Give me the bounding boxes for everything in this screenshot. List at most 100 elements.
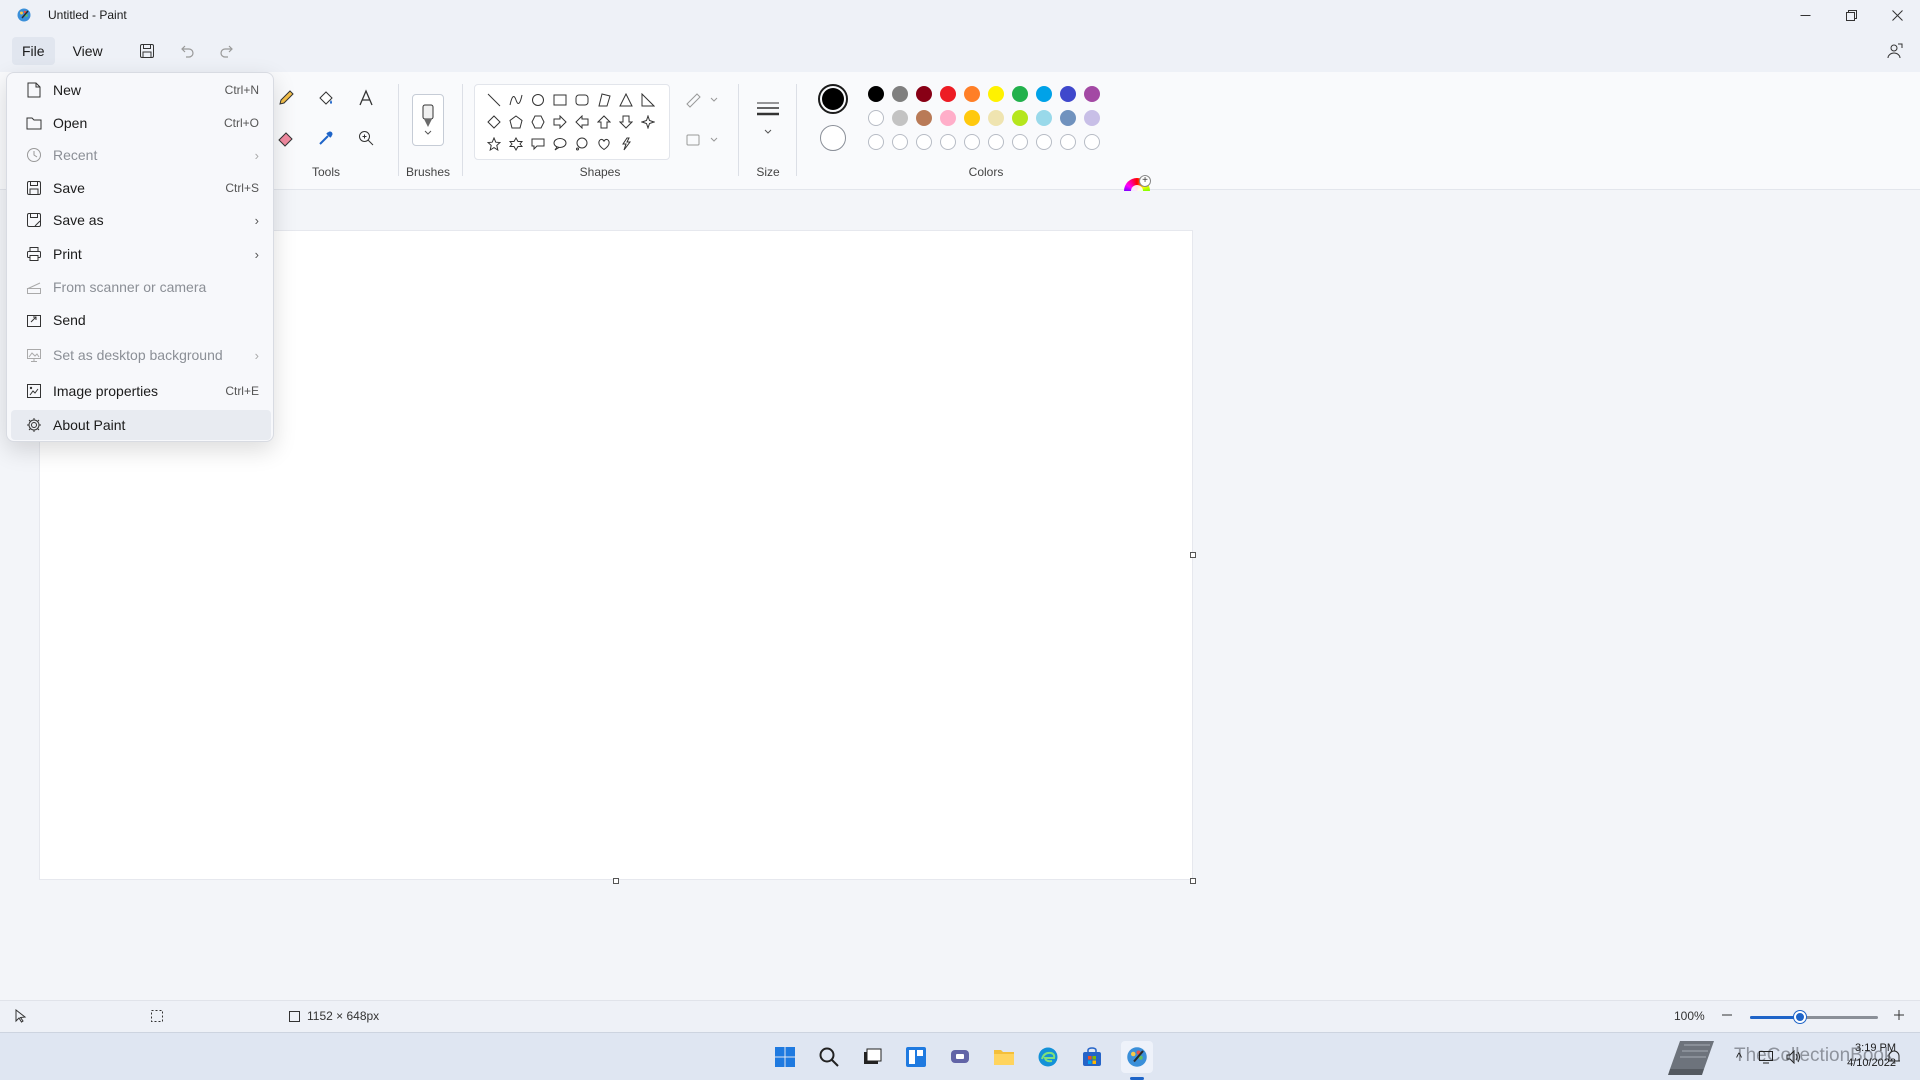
undo-button[interactable] xyxy=(171,35,203,67)
shape-star-six[interactable] xyxy=(507,135,525,153)
shape-triangle[interactable] xyxy=(617,91,635,109)
restore-button[interactable] xyxy=(1828,0,1874,30)
menu-item-desktop-background[interactable]: Set as desktop background › xyxy=(11,340,271,370)
file-menu[interactable]: File xyxy=(12,37,55,65)
color-swatch[interactable] xyxy=(916,110,932,126)
menu-item-about-paint[interactable]: About Paint xyxy=(11,410,271,440)
custom-color-slot[interactable] xyxy=(1012,134,1028,150)
paint-taskbar-button[interactable] xyxy=(1121,1041,1153,1073)
menu-item-save[interactable]: Save Ctrl+S xyxy=(11,173,271,203)
magnifier-tool[interactable] xyxy=(352,124,380,152)
pencil-tool[interactable] xyxy=(272,84,300,112)
custom-color-slot[interactable] xyxy=(1036,134,1052,150)
shape-callout-oval[interactable] xyxy=(551,135,569,153)
color-swatch[interactable] xyxy=(988,110,1004,126)
menu-item-image-properties[interactable]: Image properties Ctrl+E xyxy=(11,376,271,406)
color-swatch[interactable] xyxy=(892,110,908,126)
shape-arrow-left[interactable] xyxy=(573,113,591,131)
custom-color-slot[interactable] xyxy=(1084,134,1100,150)
shape-curve[interactable] xyxy=(507,91,525,109)
quick-save-button[interactable] xyxy=(131,35,163,67)
shape-heart[interactable] xyxy=(595,135,613,153)
custom-color-slot[interactable] xyxy=(868,134,884,150)
chevron-up-icon[interactable]: ^ xyxy=(1736,1050,1742,1065)
shape-rounded-rectangle[interactable] xyxy=(573,91,591,109)
shape-callout-cloud[interactable] xyxy=(573,135,591,153)
custom-color-slot[interactable] xyxy=(1060,134,1076,150)
shape-fill-button[interactable] xyxy=(682,126,722,154)
color-swatch[interactable] xyxy=(868,86,884,102)
file-explorer-button[interactable] xyxy=(988,1041,1020,1073)
color-swatch[interactable] xyxy=(1060,110,1076,126)
widgets-button[interactable] xyxy=(900,1041,932,1073)
shape-arrow-up[interactable] xyxy=(595,113,613,131)
color-swatch[interactable] xyxy=(868,110,884,126)
color-swatch[interactable] xyxy=(940,110,956,126)
custom-color-slot[interactable] xyxy=(916,134,932,150)
color-swatch[interactable] xyxy=(964,86,980,102)
shape-pentagon[interactable] xyxy=(507,113,525,131)
view-menu[interactable]: View xyxy=(63,37,113,65)
brushes-button[interactable] xyxy=(412,94,444,146)
menu-item-save-as[interactable]: Save as › xyxy=(11,205,271,235)
color-swatch[interactable] xyxy=(916,86,932,102)
resize-handle-bottom[interactable] xyxy=(613,878,619,884)
shape-arrow-down[interactable] xyxy=(617,113,635,131)
shape-oval[interactable] xyxy=(529,91,547,109)
shape-outline-button[interactable] xyxy=(682,86,722,114)
taskbar-search-button[interactable] xyxy=(813,1041,845,1073)
color-swatch[interactable] xyxy=(1060,86,1076,102)
color-swatch[interactable] xyxy=(1012,110,1028,126)
edge-browser-button[interactable] xyxy=(1032,1041,1064,1073)
share-button[interactable] xyxy=(1880,37,1908,65)
shape-diamond[interactable] xyxy=(485,113,503,131)
custom-color-slot[interactable] xyxy=(964,134,980,150)
color-swatch[interactable] xyxy=(940,86,956,102)
menu-item-send[interactable]: Send xyxy=(11,305,271,335)
resize-handle-corner[interactable] xyxy=(1190,878,1196,884)
volume-icon[interactable] xyxy=(1786,1050,1802,1064)
custom-color-slot[interactable] xyxy=(940,134,956,150)
eraser-tool[interactable] xyxy=(272,124,300,152)
shape-rectangle[interactable] xyxy=(551,91,569,109)
primary-color-button[interactable] xyxy=(818,84,848,114)
shape-right-triangle[interactable] xyxy=(639,91,657,109)
shape-star-five[interactable] xyxy=(485,135,503,153)
close-button[interactable] xyxy=(1874,0,1920,30)
color-swatch[interactable] xyxy=(1084,110,1100,126)
system-clock[interactable]: 3:19 PM 4/10/2022 xyxy=(1820,1041,1896,1071)
store-button[interactable] xyxy=(1076,1041,1108,1073)
zoom-slider[interactable] xyxy=(1750,1016,1878,1019)
menu-item-from-scanner[interactable]: From scanner or camera xyxy=(11,272,271,302)
zoom-out-button[interactable] xyxy=(1720,1008,1734,1022)
shape-callout-rect[interactable] xyxy=(529,135,547,153)
color-swatch[interactable] xyxy=(1084,86,1100,102)
task-view-button[interactable] xyxy=(856,1041,888,1073)
redo-button[interactable] xyxy=(211,35,243,67)
menu-item-new[interactable]: New Ctrl+N xyxy=(11,75,271,105)
shape-polygon[interactable] xyxy=(595,91,613,109)
fill-tool[interactable] xyxy=(312,84,340,112)
color-swatch[interactable] xyxy=(988,86,1004,102)
secondary-color-button[interactable] xyxy=(820,125,846,151)
shape-star-four[interactable] xyxy=(639,113,657,131)
shape-hexagon[interactable] xyxy=(529,113,547,131)
zoom-in-button[interactable] xyxy=(1892,1008,1906,1022)
color-picker-tool[interactable] xyxy=(312,124,340,152)
teams-chat-button[interactable] xyxy=(944,1041,976,1073)
shape-lightning[interactable] xyxy=(617,135,635,153)
shape-arrow-right[interactable] xyxy=(551,113,569,131)
size-button[interactable] xyxy=(752,100,784,144)
minimize-button[interactable] xyxy=(1782,0,1828,30)
color-swatch[interactable] xyxy=(892,86,908,102)
display-icon[interactable] xyxy=(1758,1050,1774,1064)
resize-handle-right[interactable] xyxy=(1190,552,1196,558)
color-swatch[interactable] xyxy=(1036,110,1052,126)
menu-item-recent[interactable]: Recent › xyxy=(11,140,271,170)
zoom-slider-thumb[interactable] xyxy=(1794,1011,1806,1023)
color-swatch[interactable] xyxy=(1036,86,1052,102)
custom-color-slot[interactable] xyxy=(988,134,1004,150)
menu-item-print[interactable]: Print › xyxy=(11,239,271,269)
shape-line[interactable] xyxy=(485,91,503,109)
start-button[interactable] xyxy=(769,1041,801,1073)
